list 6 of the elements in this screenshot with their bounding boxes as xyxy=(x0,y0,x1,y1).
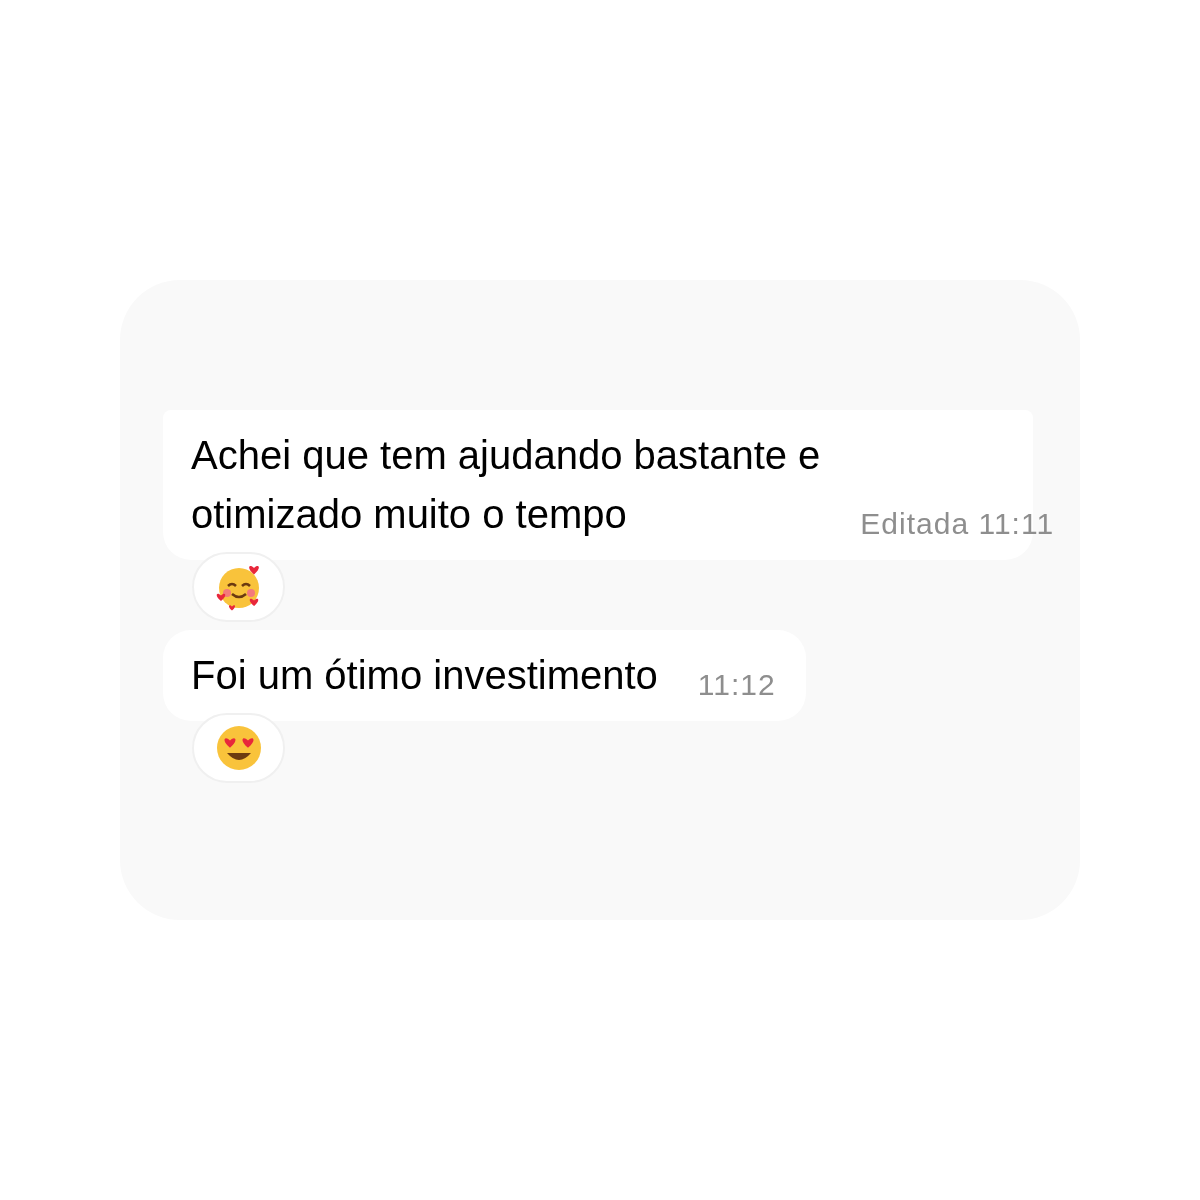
message-text: Foi um ótimo investimento xyxy=(191,652,658,699)
message-timestamp: Editada 11:11 xyxy=(860,506,1055,542)
message-text: Achei que tem ajudando bastante e xyxy=(191,432,821,479)
message-text: otimizado muito o tempo xyxy=(191,491,628,538)
message-timestamp: 11:12 xyxy=(697,667,776,703)
heart-eyes-face-icon xyxy=(214,724,263,772)
